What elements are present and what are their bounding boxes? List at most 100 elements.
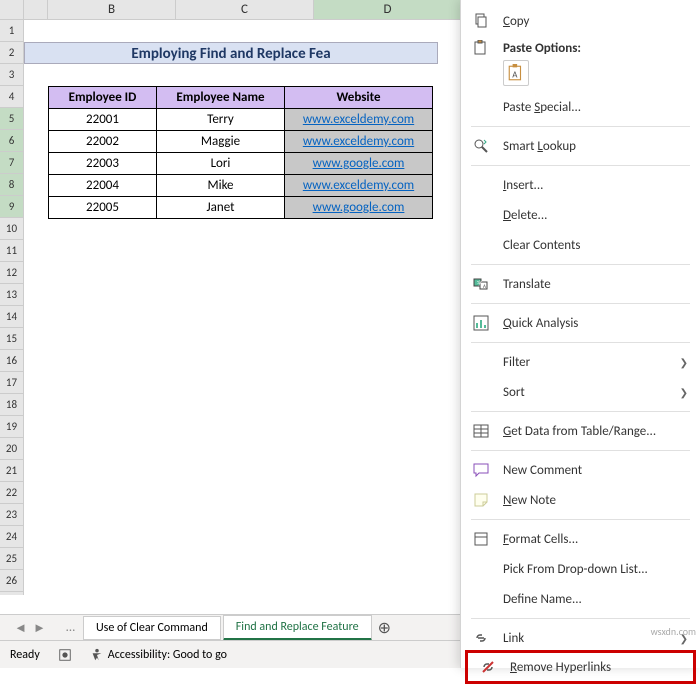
menu-pick-list[interactable]: Pick From Drop-down List... — [461, 554, 700, 584]
comment-icon — [471, 460, 491, 480]
row-header-11[interactable]: 11 — [0, 240, 23, 262]
menu-smart-lookup[interactable]: Smart Lookup — [461, 131, 700, 161]
cell-link[interactable]: www.exceldemy.com — [285, 131, 433, 153]
menu-quick-analysis[interactable]: Quick Analysis — [461, 308, 700, 338]
row-header-6[interactable]: 6 — [0, 130, 23, 152]
row-header-2[interactable]: 2 — [0, 42, 23, 64]
svg-text:A: A — [483, 284, 486, 290]
cell-name[interactable]: Maggie — [157, 131, 285, 153]
menu-copy[interactable]: Copy — [461, 6, 700, 36]
chevron-right-icon: ❯ — [680, 386, 688, 399]
row-header-5[interactable]: 5 — [0, 108, 23, 130]
menu-format-cells[interactable]: Format Cells... — [461, 524, 700, 554]
cell-link[interactable]: www.exceldemy.com — [285, 175, 433, 197]
cell-id[interactable]: 22005 — [49, 197, 157, 219]
cell-name[interactable]: Janet — [157, 197, 285, 219]
paste-values-button[interactable]: A — [503, 60, 529, 86]
row-header-1[interactable]: 1 — [0, 20, 23, 42]
row-header-24[interactable]: 24 — [0, 526, 23, 548]
status-ready: Ready — [10, 648, 40, 662]
row-header-21[interactable]: 21 — [0, 460, 23, 482]
cell-id[interactable]: 22003 — [49, 153, 157, 175]
table-row[interactable]: 22002 Maggie www.exceldemy.com — [49, 131, 433, 153]
row-header-17[interactable]: 17 — [0, 372, 23, 394]
row-header-25[interactable]: 25 — [0, 548, 23, 570]
col-header-C[interactable]: C — [176, 0, 314, 19]
translate-icon: 字A — [471, 274, 491, 294]
row-header-22[interactable]: 22 — [0, 482, 23, 504]
tab-find-replace[interactable]: Find and Replace Feature — [223, 615, 372, 641]
cell-link[interactable]: www.google.com — [285, 153, 433, 175]
col-header-D[interactable]: D — [314, 0, 462, 19]
row-header-18[interactable]: 18 — [0, 394, 23, 416]
row-header-16[interactable]: 16 — [0, 350, 23, 372]
cell-name[interactable]: Mike — [157, 175, 285, 197]
sheet-nav[interactable]: ◄ ► — [0, 620, 60, 636]
menu-define-name[interactable]: Define Name... — [461, 584, 700, 614]
row-header-19[interactable]: 19 — [0, 416, 23, 438]
watermark: wsxdn.com — [651, 625, 696, 638]
page-title: Employing Find and Replace Fea — [24, 42, 438, 64]
row-header-15[interactable]: 15 — [0, 328, 23, 350]
row-headers: 1 2 3 4 5 6 7 8 9 10 11 12 13 14 15 16 1… — [0, 20, 24, 595]
row-header-8[interactable]: 8 — [0, 174, 23, 196]
row-header-10[interactable]: 10 — [0, 218, 23, 240]
select-all-corner[interactable] — [0, 0, 24, 19]
accessibility-label[interactable]: Accessibility: Good to go — [108, 648, 227, 662]
row-header-12[interactable]: 12 — [0, 262, 23, 284]
cell-name[interactable]: Terry — [157, 109, 285, 131]
row-header-9[interactable]: 9 — [0, 196, 23, 218]
menu-translate[interactable]: 字A Translate — [461, 269, 700, 299]
table-row[interactable]: 22004 Mike www.exceldemy.com — [49, 175, 433, 197]
menu-paste-options-header: Paste Options: — [461, 36, 700, 60]
th-emp-name[interactable]: Employee Name — [157, 87, 285, 109]
table-row[interactable]: 22001 Terry www.exceldemy.com — [49, 109, 433, 131]
cell-link[interactable]: www.exceldemy.com — [285, 109, 433, 131]
row-header-7[interactable]: 7 — [0, 152, 23, 174]
link-icon — [471, 628, 491, 648]
row-header-20[interactable]: 20 — [0, 438, 23, 460]
paste-icon — [471, 38, 491, 58]
add-sheet-button[interactable]: ⊕ — [378, 618, 391, 638]
context-menu: Copy Paste Options: A Paste Special... S… — [460, 0, 700, 668]
menu-new-note[interactable]: New Note — [461, 485, 700, 515]
cell-link[interactable]: www.google.com — [285, 197, 433, 219]
menu-clear-contents[interactable]: Clear Contents — [461, 230, 700, 260]
note-icon — [471, 490, 491, 510]
table-icon — [471, 421, 491, 441]
tab-clear-command[interactable]: Use of Clear Command — [83, 616, 221, 640]
smart-lookup-icon — [471, 136, 491, 156]
th-emp-id[interactable]: Employee ID — [49, 87, 157, 109]
table-row[interactable]: 22003 Lori www.google.com — [49, 153, 433, 175]
menu-remove-hyperlinks[interactable]: Remove Hyperlinks — [465, 650, 696, 684]
th-website[interactable]: Website — [285, 87, 433, 109]
cell-id[interactable]: 22001 — [49, 109, 157, 131]
row-header-13[interactable]: 13 — [0, 284, 23, 306]
menu-insert[interactable]: Insert... — [461, 170, 700, 200]
svg-text:字: 字 — [477, 280, 482, 287]
quick-analysis-icon — [471, 313, 491, 333]
row-header-4[interactable]: 4 — [0, 86, 23, 108]
row-header-14[interactable]: 14 — [0, 306, 23, 328]
table-row[interactable]: 22005 Janet www.google.com — [49, 197, 433, 219]
cell-name[interactable]: Lori — [157, 153, 285, 175]
format-cells-icon — [471, 529, 491, 549]
row-header-3[interactable]: 3 — [0, 64, 23, 86]
svg-text:A: A — [512, 70, 518, 81]
chevron-right-icon[interactable]: ► — [33, 620, 46, 636]
remove-link-icon — [478, 657, 498, 677]
cell-id[interactable]: 22004 — [49, 175, 157, 197]
menu-new-comment[interactable]: New Comment — [461, 455, 700, 485]
data-table: Employee ID Employee Name Website 22001 … — [48, 86, 433, 219]
row-header-26[interactable]: 26 — [0, 570, 23, 592]
menu-filter[interactable]: Filter❯ — [461, 347, 700, 377]
menu-get-data[interactable]: Get Data from Table/Range... — [461, 416, 700, 446]
col-header-B[interactable]: B — [48, 0, 176, 19]
record-macro-icon[interactable] — [58, 648, 72, 662]
cell-id[interactable]: 22002 — [49, 131, 157, 153]
menu-paste-special[interactable]: Paste Special... — [461, 92, 700, 122]
chevron-left-icon[interactable]: ◄ — [14, 620, 27, 636]
row-header-23[interactable]: 23 — [0, 504, 23, 526]
menu-sort[interactable]: Sort❯ — [461, 377, 700, 407]
menu-delete[interactable]: Delete... — [461, 200, 700, 230]
